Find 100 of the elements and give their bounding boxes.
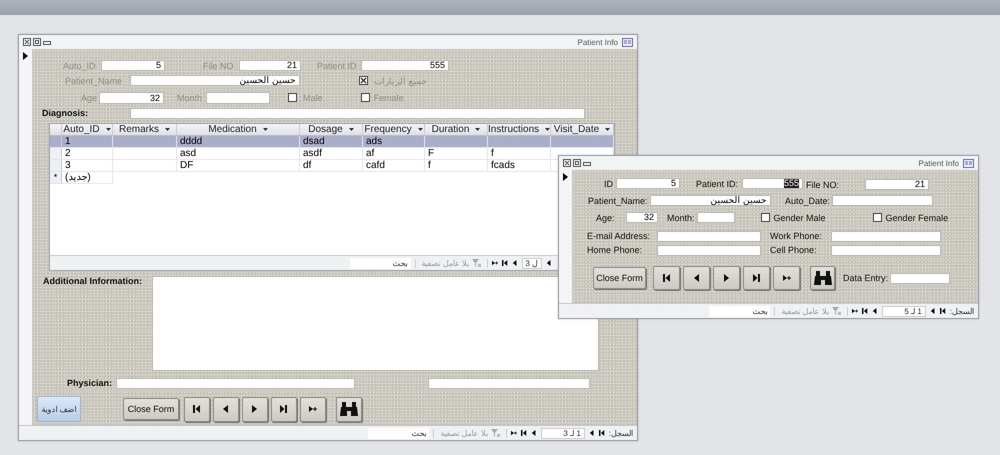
- add-medication-button[interactable]: اضف ادوية: [37, 396, 81, 422]
- input-field[interactable]: حسين الحسين: [130, 75, 300, 86]
- input-field[interactable]: 555: [742, 178, 803, 189]
- input-field[interactable]: [831, 230, 941, 242]
- input-field[interactable]: [428, 378, 590, 388]
- new-row-label: (جديد): [62, 172, 113, 184]
- field-label: Month: [177, 92, 204, 102]
- checkbox[interactable]: [359, 76, 368, 85]
- checkbox-label: Gender Male: [774, 212, 826, 222]
- new-record-icon: [852, 308, 858, 314]
- field-label: Data Entry:: [843, 273, 888, 283]
- record-nav-button[interactable]: [271, 396, 297, 422]
- checkbox[interactable]: [872, 213, 882, 222]
- table-cell: dddd: [177, 136, 300, 148]
- input-field[interactable]: [696, 212, 735, 223]
- previous-record-icon: [692, 274, 700, 282]
- record-nav-button[interactable]: [213, 396, 239, 422]
- search-field[interactable]: بحث: [709, 306, 770, 316]
- table-cell: cafd: [363, 160, 425, 172]
- checkbox[interactable]: [288, 93, 298, 102]
- search-field[interactable]: بحث: [350, 258, 411, 268]
- column-header[interactable]: Dosage: [300, 124, 363, 136]
- find-button[interactable]: [810, 266, 835, 290]
- previous-record-icon: [930, 308, 936, 314]
- input-field[interactable]: [831, 244, 941, 256]
- record-position-field[interactable]: ل 3: [522, 258, 542, 268]
- record-nav-button[interactable]: [184, 396, 210, 422]
- checkbox[interactable]: [360, 93, 370, 102]
- table-cell: asdf: [300, 148, 363, 160]
- field-label: E-mail Address:: [587, 231, 652, 241]
- record-nav-button[interactable]: [300, 396, 326, 422]
- input-field[interactable]: [116, 378, 356, 388]
- input-field[interactable]: 21: [239, 60, 301, 71]
- column-header[interactable]: Frequency: [363, 124, 425, 136]
- window-controls-icon[interactable]: [23, 38, 51, 46]
- checkbox[interactable]: [760, 213, 770, 222]
- record-nav-button[interactable]: [242, 396, 268, 422]
- find-button[interactable]: [336, 396, 362, 422]
- table-cell: af: [363, 148, 425, 160]
- dropdown-caret-icon[interactable]: [165, 128, 170, 131]
- table-cell: f: [425, 160, 488, 172]
- field-label: Physician:: [67, 378, 112, 388]
- dropdown-caret-icon[interactable]: [348, 128, 354, 131]
- record-position-field[interactable]: 1 لـ 5: [882, 306, 926, 316]
- table-cell: [488, 136, 551, 148]
- column-header[interactable]: Visit_Date: [551, 124, 614, 136]
- table-cell: [425, 136, 488, 148]
- record-nav-button[interactable]: [683, 266, 710, 290]
- checkbox-label: جميع الزيارات: [374, 76, 428, 86]
- column-header[interactable]: Instructions: [488, 124, 551, 136]
- column-header[interactable]: Duration: [425, 124, 488, 136]
- record-nav-button[interactable]: [773, 266, 800, 290]
- first-record-icon: [520, 430, 527, 436]
- dropdown-caret-icon[interactable]: [545, 128, 550, 131]
- table-cell: f: [488, 148, 551, 160]
- table-cell: 3: [62, 160, 113, 172]
- field-label: Additional Information:: [43, 276, 142, 286]
- record-nav-button[interactable]: [653, 266, 680, 290]
- dropdown-caret-icon[interactable]: [106, 128, 111, 131]
- input-field[interactable]: حسين الحسين: [650, 195, 771, 206]
- table-cell: 2: [62, 148, 113, 160]
- close-form-button[interactable]: Close Form: [593, 267, 646, 289]
- window-controls-icon[interactable]: [563, 159, 591, 167]
- dropdown-caret-icon[interactable]: [262, 128, 268, 131]
- input-field[interactable]: 5: [101, 60, 165, 71]
- input-field[interactable]: [657, 244, 761, 256]
- record-nav-button[interactable]: [743, 266, 770, 290]
- checkbox-label: Male: [303, 92, 323, 102]
- input-field[interactable]: 32: [626, 212, 658, 223]
- field-label: File NO:: [806, 180, 840, 190]
- dropdown-caret-icon[interactable]: [605, 128, 610, 131]
- search-field[interactable]: بحث: [368, 428, 430, 438]
- binoculars-icon: [812, 270, 832, 286]
- input-field[interactable]: 5: [616, 178, 680, 189]
- input-field[interactable]: [657, 230, 761, 242]
- field-label: Auto_Date:: [785, 196, 830, 206]
- dropdown-caret-icon[interactable]: [475, 128, 480, 131]
- input-field[interactable]: [206, 92, 270, 104]
- table-cell: [113, 136, 177, 148]
- column-header[interactable]: Medication: [177, 124, 300, 136]
- input-field[interactable]: [832, 195, 934, 206]
- column-header[interactable]: Remarks: [113, 124, 177, 136]
- input-field[interactable]: 555: [361, 60, 449, 71]
- previous-record-icon: [222, 405, 230, 413]
- column-header[interactable]: Auto_ID: [62, 124, 113, 136]
- input-field[interactable]: [130, 108, 585, 118]
- input-field[interactable]: [890, 272, 950, 284]
- record-nav-button[interactable]: [713, 266, 740, 290]
- table-cell: df: [300, 160, 363, 172]
- input-field[interactable]: 32: [99, 92, 164, 104]
- field-label: Age:: [596, 212, 616, 222]
- window-title: Patient Info: [578, 38, 618, 46]
- checkbox-label: Gender Female: [886, 212, 948, 222]
- record-position-field[interactable]: 1 لـ 3: [540, 428, 585, 438]
- close-form-button[interactable]: Close Form: [123, 398, 179, 420]
- dropdown-caret-icon[interactable]: [418, 128, 423, 131]
- first-record-icon: [502, 260, 508, 266]
- previous-record-icon: [512, 260, 518, 266]
- field-label: Patient_Name:: [588, 196, 648, 206]
- input-field[interactable]: 21: [865, 179, 929, 190]
